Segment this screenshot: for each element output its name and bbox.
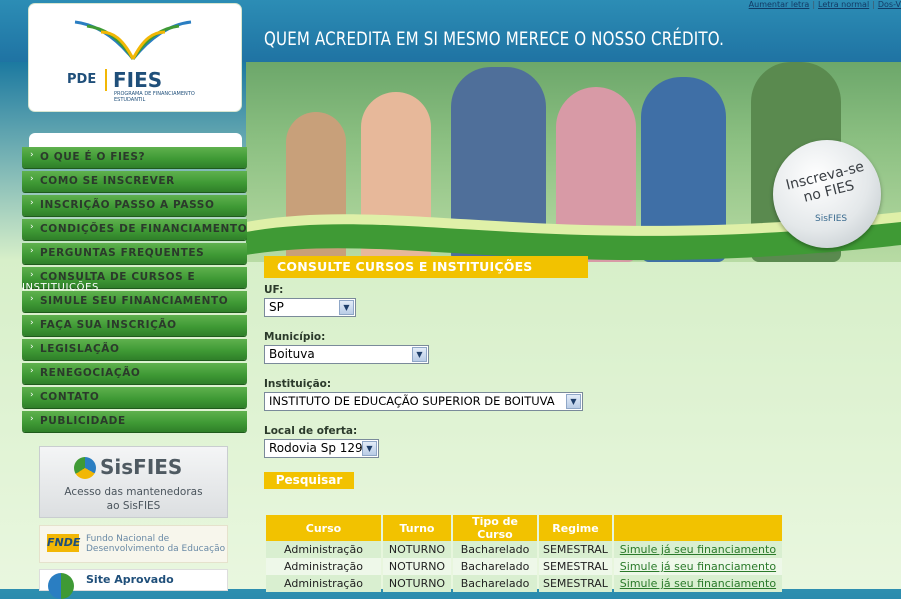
sisfies-promo[interactable]: SisFIES Acesso das mantenedoras ao SisFIE… (39, 446, 228, 518)
chevron-down-icon: ▼ (339, 300, 354, 315)
increase-font-link[interactable]: Aumentar letra (749, 0, 810, 9)
col-tipo: Tipo de Curso (453, 515, 537, 541)
menu-item-condicoes[interactable]: › CONDIÇÕES DE FINANCIAMENTO (22, 219, 247, 240)
local-select[interactable]: Rodovia Sp 129 ▼ (264, 439, 379, 458)
section-title: CONSULTE CURSOS E INSTITUIÇÕES (264, 256, 588, 278)
fnde-banner[interactable]: FNDE Fundo Nacional de Desenvolvimento da… (39, 525, 228, 563)
normal-font-link[interactable]: Letra normal (818, 0, 869, 9)
table-row: Administração NOTURNO Bacharelado SEMEST… (266, 541, 782, 558)
fnde-logo: FNDE (47, 534, 80, 552)
approval-seal-icon (48, 573, 74, 599)
menu-item-o-que-e[interactable]: › O QUE É O FIES? (22, 147, 247, 168)
menu-item-simule[interactable]: › SIMULE SEU FINANCIAMENTO (22, 291, 247, 312)
menu-item-perguntas[interactable]: › PERGUNTAS FREQUENTES (22, 243, 247, 264)
logo-fies: FIES (113, 68, 163, 92)
menu-item-contato[interactable]: › CONTATO (22, 387, 247, 408)
col-curso: Curso (266, 515, 381, 541)
sisfies-logo-icon (74, 457, 96, 479)
dosv-link[interactable]: Dos-V (878, 0, 901, 9)
menu-item-consulta[interactable]: › CONSULTA DE CURSOS E INSTITUIÇÕES (22, 267, 247, 293)
simulate-link[interactable]: Simule já seu financiamento (620, 543, 776, 556)
uf-label: UF: (264, 284, 284, 296)
chevron-down-icon: ▼ (412, 347, 427, 362)
menu-cap (29, 133, 242, 147)
sidebar-menu: › O QUE É O FIES? › COMO SE INSCREVER › INS… (22, 147, 247, 435)
local-label: Local de oferta: (264, 425, 358, 437)
simulate-link[interactable]: Simule já seu financiamento (620, 577, 776, 590)
site-aprovado-banner[interactable]: Site Aprovado (39, 569, 228, 599)
book-fan-icon (74, 20, 192, 60)
enroll-fies-badge[interactable]: Inscreva-se no FIES SisFIES (773, 140, 881, 248)
instituicao-label: Instituição: (264, 378, 332, 390)
col-acao (613, 515, 782, 541)
col-regime: Regime (539, 515, 612, 541)
col-turno: Turno (383, 515, 451, 541)
instituicao-select[interactable]: INSTITUTO DE EDUCAÇÃO SUPERIOR DE BOITUV… (264, 392, 583, 411)
results-table: Curso Turno Tipo de Curso Regime Adminis… (264, 515, 784, 592)
table-row: Administração NOTURNO Bacharelado SEMEST… (266, 575, 782, 592)
chevron-down-icon: ▼ (362, 441, 377, 456)
logo-pde: PDE (67, 72, 97, 87)
menu-item-passo-a-passo[interactable]: › INSCRIÇÃO PASSO A PASSO (22, 195, 247, 216)
search-button[interactable]: Pesquisar (264, 472, 354, 489)
logo-subtitle: PROGRAMA DE FINANCIAMENTO ESTUDANTIL (114, 91, 195, 103)
simulate-link[interactable]: Simule já seu financiamento (620, 560, 776, 573)
municipio-label: Município: (264, 331, 326, 343)
menu-item-faca-inscricao[interactable]: › FAÇA SUA INSCRIÇÃO (22, 315, 247, 336)
menu-item-como-se-inscrever[interactable]: › COMO SE INSCREVER (22, 171, 247, 192)
menu-item-publicidade[interactable]: › PUBLICIDADE (22, 411, 247, 432)
pde-fies-logo[interactable]: PDE FIES PROGRAMA DE FINANCIAMENTO ESTUDA… (29, 4, 241, 111)
chevron-down-icon: ▼ (566, 394, 581, 409)
table-row: Administração NOTURNO Bacharelado SEMEST… (266, 558, 782, 575)
menu-item-renegociacao[interactable]: › RENEGOCIAÇÃO (22, 363, 247, 384)
menu-item-legislacao[interactable]: › LEGISLAÇÃO (22, 339, 247, 360)
uf-select[interactable]: SP ▼ (264, 298, 356, 317)
municipio-select[interactable]: Boituva ▼ (264, 345, 429, 364)
accessibility-links: Aumentar letra | Letra normal | Dos-V (748, 0, 901, 9)
slogan: QUEM ACREDITA EM SI MESMO MERECE O NOSSO… (264, 28, 725, 50)
